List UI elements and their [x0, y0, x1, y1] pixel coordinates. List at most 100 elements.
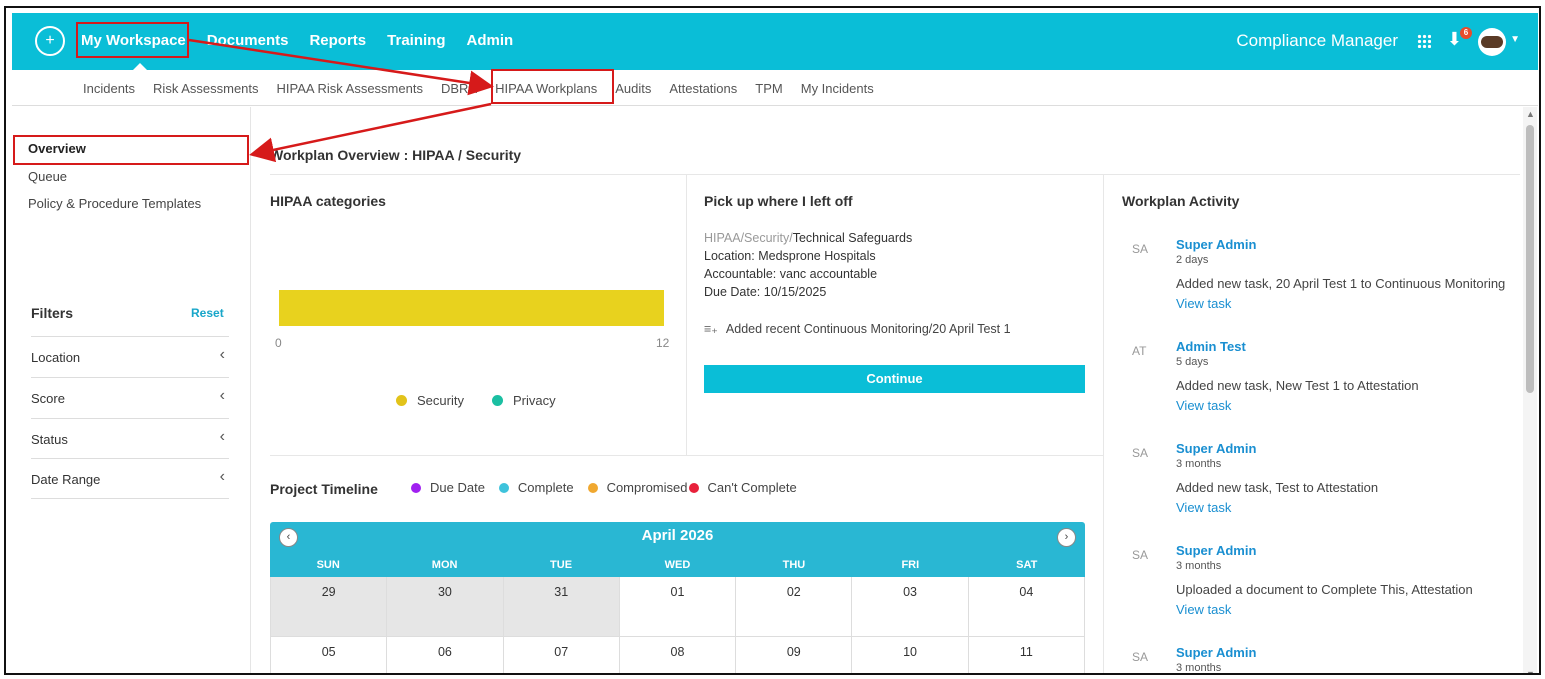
weekday-label: SUN — [316, 559, 340, 571]
chart-bar-security[interactable] — [279, 290, 664, 326]
chevron-left-icon: ‹ — [219, 387, 225, 404]
view-task-link[interactable]: View task — [1176, 398, 1231, 413]
legend-compromised: Compromised — [587, 480, 687, 495]
activity-user-link[interactable]: Super Admin — [1176, 543, 1256, 558]
activity-user-link[interactable]: Super Admin — [1176, 441, 1256, 456]
calendar-day[interactable]: 07 — [504, 637, 620, 673]
activity-user-link[interactable]: Super Admin — [1176, 237, 1256, 252]
hipaa-categories-title: HIPAA categories — [270, 193, 386, 209]
subnav-hipaa-workplans[interactable]: HIPAA Workplans — [495, 81, 597, 96]
chevron-down-icon[interactable]: ▼ — [1510, 34, 1520, 45]
project-timeline-title: Project Timeline — [270, 481, 378, 497]
nav-my-workspace[interactable]: My Workspace — [81, 32, 186, 49]
legend-security[interactable]: Security — [396, 393, 464, 408]
scrollbar-thumb[interactable] — [1526, 125, 1534, 393]
filter-label: Date Range — [31, 472, 101, 487]
user-initials: SA — [1132, 242, 1149, 256]
activity-description: Added new task, New Test 1 to Attestatio… — [1176, 378, 1419, 393]
filter-score[interactable]: Score ‹ — [31, 377, 229, 418]
pickup-due-date: Due Date: 10/15/2025 — [704, 285, 827, 299]
path-current: Technical Safeguards — [792, 231, 913, 245]
weekday-label: TUE — [550, 559, 573, 571]
calendar-day[interactable]: 05 — [271, 637, 388, 673]
pickup-path[interactable]: HIPAA/Security/Technical Safeguards — [704, 229, 912, 247]
nav-documents[interactable]: Documents — [207, 32, 289, 49]
filter-status[interactable]: Status ‹ — [31, 418, 229, 459]
scroll-down-icon[interactable]: ▼ — [1526, 669, 1535, 673]
weekday-label: SAT — [1016, 559, 1038, 571]
calendar-day[interactable]: 03 — [852, 577, 969, 637]
calendar-grid: 29 30 31 01 02 03 04 05 06 07 08 09 10 1… — [270, 577, 1085, 673]
main-nav: My Workspace Documents Reports Training … — [81, 32, 534, 49]
download-badge: 6 — [1460, 27, 1472, 39]
view-task-link[interactable]: View task — [1176, 296, 1231, 311]
grid-icon[interactable] — [1417, 34, 1431, 48]
sidebar-item-overview[interactable]: Overview — [28, 141, 86, 156]
activity-user-link[interactable]: Super Admin — [1176, 645, 1256, 660]
weekday-label: WED — [664, 559, 691, 571]
subnav-risk-assessments[interactable]: Risk Assessments — [153, 81, 258, 96]
vertical-scrollbar[interactable]: ▲ ▼ — [1523, 107, 1537, 673]
calendar-day[interactable]: 29 — [271, 577, 388, 637]
divider — [686, 174, 687, 456]
activity-time: 5 days — [1176, 356, 1209, 368]
calendar-day[interactable]: 31 — [503, 577, 620, 637]
app-window: + My Workspace Documents Reports Trainin… — [4, 6, 1541, 675]
view-task-link[interactable]: View task — [1176, 500, 1231, 515]
calendar-day[interactable]: 11 — [969, 637, 1085, 673]
avatar[interactable] — [1478, 28, 1506, 56]
nav-admin[interactable]: Admin — [466, 32, 513, 49]
filter-date-range[interactable]: Date Range ‹ — [31, 458, 229, 499]
calendar-day[interactable]: 08 — [620, 637, 737, 673]
active-nav-indicator — [133, 63, 147, 70]
filter-label: Location — [31, 350, 81, 365]
filters-title: Filters — [31, 305, 74, 321]
axis-tick-max: 12 — [656, 336, 670, 350]
sidebar-item-queue[interactable]: Queue — [28, 169, 67, 184]
activity-description: Uploaded a document to Complete This, At… — [1176, 582, 1473, 597]
nav-reports[interactable]: Reports — [309, 32, 366, 49]
subnav-attestations[interactable]: Attestations — [669, 81, 737, 96]
sidebar: Overview Queue Policy & Procedure Templa… — [12, 107, 251, 673]
calendar-month: April 2026 — [641, 527, 714, 544]
logo-icon[interactable]: + — [35, 26, 65, 56]
nav-training[interactable]: Training — [387, 32, 445, 49]
subnav-hipaa-risk-assessments[interactable]: HIPAA Risk Assessments — [277, 81, 423, 96]
subnav-my-incidents[interactable]: My Incidents — [801, 81, 874, 96]
calendar-day[interactable]: 06 — [387, 637, 504, 673]
continue-button[interactable]: Continue — [704, 365, 1085, 393]
calendar-day[interactable]: 30 — [387, 577, 504, 637]
activity-user-link[interactable]: Admin Test — [1176, 339, 1246, 354]
activity-time: 2 days — [1176, 254, 1209, 266]
path-muted: HIPAA/Security/ — [704, 231, 793, 245]
subnav-incidents[interactable]: Incidents — [83, 81, 135, 96]
calendar-day[interactable]: 02 — [736, 577, 853, 637]
legend-privacy[interactable]: Privacy — [492, 393, 556, 408]
legend-label: Privacy — [513, 393, 556, 408]
pickup-location: Location: Medsprone Hospitals — [704, 249, 876, 263]
user-initials: SA — [1132, 446, 1149, 460]
sidebar-item-policy-templates[interactable]: Policy & Procedure Templates — [28, 196, 201, 211]
calendar-header: ‹ April 2026 › SUN MON TUE WED THU FRI S… — [270, 522, 1085, 577]
chevron-left-icon: ‹ — [219, 468, 225, 485]
view-task-link[interactable]: View task — [1176, 602, 1231, 617]
playlist-add-icon: ≡₊ — [704, 322, 718, 336]
divider — [31, 498, 229, 499]
activity-time: 3 months — [1176, 560, 1222, 572]
reset-filters-button[interactable]: Reset — [191, 306, 224, 320]
subnav-dbra[interactable]: DBRA — [441, 81, 477, 96]
recent-activity-text: Added recent Continuous Monitoring/20 Ap… — [725, 322, 1011, 336]
subnav-audits[interactable]: Audits — [615, 81, 651, 96]
calendar-day[interactable]: 09 — [736, 637, 853, 673]
user-initials: SA — [1132, 650, 1149, 664]
calendar-day[interactable]: 04 — [968, 577, 1085, 637]
calendar-day[interactable]: 01 — [619, 577, 737, 637]
scroll-up-icon[interactable]: ▲ — [1526, 109, 1535, 119]
chevron-right-icon[interactable]: › — [1057, 528, 1076, 547]
subnav-tpm[interactable]: TPM — [755, 81, 782, 96]
filter-label: Score — [31, 391, 65, 406]
weekday-label: THU — [782, 559, 806, 571]
filter-location[interactable]: Location ‹ — [31, 336, 229, 377]
weekday-headers: SUN MON TUE WED THU FRI SAT — [270, 559, 1085, 571]
calendar-day[interactable]: 10 — [852, 637, 969, 673]
